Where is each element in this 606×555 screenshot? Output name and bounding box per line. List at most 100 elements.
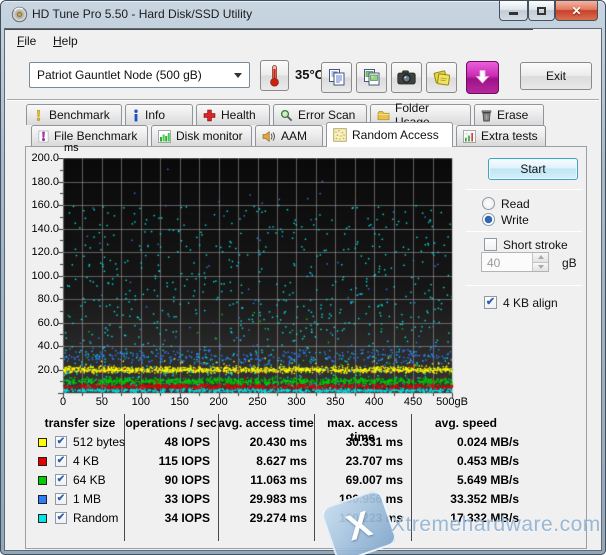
max-access-value: 30.331 ms — [345, 435, 403, 449]
series-checkbox[interactable]: ✔ — [55, 436, 67, 448]
series-checkbox[interactable]: ✔ — [55, 474, 67, 486]
series-checkbox[interactable]: ✔ — [55, 455, 67, 467]
transfer-size-label: Random — [73, 511, 119, 525]
check-icon: ✔ — [56, 435, 66, 447]
arrow-down-icon — [537, 264, 544, 269]
arrow-up-icon — [537, 255, 544, 260]
y-tick-label: 20.0 — [37, 363, 59, 376]
series-checkbox[interactable]: ✔ — [55, 493, 67, 505]
series-color-swatch — [38, 514, 47, 523]
chevron-down-icon — [234, 72, 242, 78]
write-radio-label: Write — [501, 213, 529, 227]
camera-icon — [397, 70, 416, 85]
magnifier-icon — [280, 109, 293, 122]
trash-icon — [481, 109, 492, 122]
close-icon: ✕ — [571, 3, 582, 18]
update-download-icon — [475, 70, 490, 84]
tab-benchmark[interactable]: Benchmark — [26, 104, 122, 125]
operations-value: 90 IOPS — [164, 473, 210, 487]
col-header-operations: operations / sec — [125, 416, 217, 430]
short-stroke-checkbox[interactable]: ✔ — [484, 238, 497, 251]
transfer-size-label: 1 MB — [73, 492, 102, 506]
max-access-value: 69.007 ms — [345, 473, 403, 487]
max-access-value: 23.707 ms — [345, 454, 403, 468]
y-tick-label: 180.0 — [31, 175, 59, 188]
copy-text-button[interactable] — [321, 62, 352, 93]
col-header-transfer-size: transfer size — [44, 416, 116, 430]
temperature-button[interactable] — [260, 60, 289, 91]
x-tick-label: 250 — [248, 396, 267, 408]
close-button[interactable]: ✕ — [555, 1, 598, 21]
folder-icon — [377, 110, 390, 121]
avg-access-value: 29.274 ms — [249, 511, 307, 525]
spin-down-button[interactable] — [533, 261, 548, 271]
series-color-swatch — [38, 438, 47, 447]
transfer-size-label: 512 bytes — [73, 435, 126, 449]
maximize-button[interactable] — [528, 1, 555, 21]
x-tick-label: 300 — [287, 396, 306, 408]
menu-file[interactable]: File — [9, 31, 44, 51]
maximize-icon — [537, 6, 546, 15]
minimize-button[interactable] — [499, 1, 528, 21]
copy-text-icon — [328, 69, 344, 86]
check-icon: ✔ — [56, 454, 66, 466]
series-color-swatch — [38, 476, 47, 485]
tab-info[interactable]: Info — [125, 104, 193, 125]
series-checkbox[interactable]: ✔ — [55, 512, 67, 524]
x-tick-label: 350 — [326, 396, 345, 408]
update-button[interactable] — [466, 61, 499, 94]
x-tick-label: 400 — [365, 396, 384, 408]
y-tick-label: 40.0 — [37, 340, 59, 352]
check-icon: ✔ — [485, 296, 496, 308]
series-color-swatch — [38, 457, 47, 466]
toolbar-separator — [7, 99, 599, 101]
operations-value: 115 IOPS — [158, 454, 210, 468]
write-radio[interactable] — [482, 213, 495, 226]
avg-speed-value: 33.352 MB/s — [450, 492, 519, 506]
app-window: HD Tune Pro 5.50 - Hard Disk/SSD Utility… — [0, 0, 606, 555]
exit-button[interactable]: Exit — [520, 62, 592, 90]
align-checkbox[interactable]: ✔ — [484, 296, 497, 309]
y-axis-unit-label: ms — [64, 142, 79, 154]
exclamation-yellow-icon — [33, 109, 44, 122]
operations-value: 33 IOPS — [164, 492, 210, 506]
start-button[interactable]: Start — [488, 158, 578, 180]
y-tick-label: 60.0 — [37, 316, 59, 329]
avg-access-value: 20.430 ms — [249, 435, 307, 449]
add-notes-icon — [433, 69, 450, 86]
speaker-icon — [262, 130, 276, 143]
minimize-icon — [509, 12, 518, 15]
align-checkbox-label: 4 KB align — [503, 296, 558, 310]
x-tick-label: 150 — [170, 396, 189, 408]
drive-select-combobox[interactable]: Patriot Gauntlet Node (500 gB) — [29, 62, 250, 88]
tab-extra-tests[interactable]: Extra tests — [456, 125, 546, 146]
col-header-avg-speed: avg. speed — [434, 416, 498, 430]
tab-file-benchmark[interactable]: File Benchmark — [31, 125, 148, 146]
add-notes-button[interactable] — [426, 62, 457, 93]
read-radio[interactable] — [482, 197, 495, 210]
avg-access-value: 11.063 ms — [250, 473, 307, 487]
watermark-text: Xtremehardware.com — [391, 513, 601, 536]
avg-speed-value: 5.649 MB/s — [456, 473, 519, 487]
tab-aam[interactable]: AAM — [255, 125, 323, 146]
operations-value: 34 IOPS — [164, 511, 210, 525]
menu-help[interactable]: Help — [45, 31, 86, 51]
y-tick-label: 120.0 — [31, 246, 59, 258]
y-tick-label: 100.0 — [31, 269, 59, 282]
spin-up-button[interactable] — [533, 253, 548, 262]
transfer-size-label: 64 KB — [73, 473, 106, 487]
copy-image-button[interactable] — [356, 62, 387, 93]
spinner-arrows — [532, 253, 548, 271]
stroke-size-spinner[interactable]: 40 — [481, 252, 549, 272]
avg-speed-value: 0.024 MB/s — [456, 435, 519, 449]
screenshot-button[interactable] — [391, 62, 422, 93]
tab-health[interactable]: Health — [196, 104, 270, 125]
stroke-size-value: 40 — [487, 256, 501, 270]
tab-erase[interactable]: Erase — [474, 104, 544, 125]
tab-random-access[interactable]: Random Access — [326, 122, 453, 147]
tab-disk-monitor[interactable]: Disk monitor — [151, 125, 252, 146]
x-axis-tick-labels: 0 50 100 150 200 250 300 350 400 450 500gB — [57, 396, 468, 410]
avg-access-value: 8.627 ms — [256, 454, 307, 468]
drive-select-value: Patriot Gauntlet Node (500 gB) — [37, 68, 202, 82]
y-tick-label: 140.0 — [31, 222, 59, 235]
